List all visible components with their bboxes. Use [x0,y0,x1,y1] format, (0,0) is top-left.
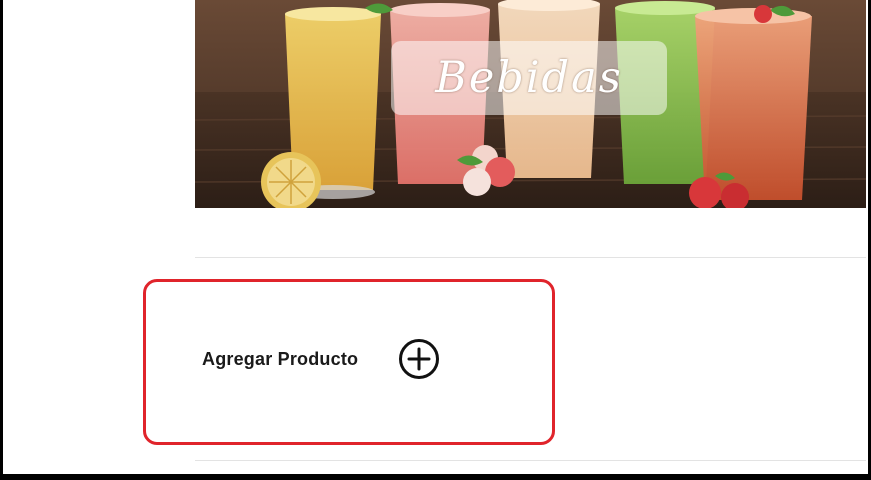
banner-title: Bebidas [435,53,623,103]
add-product-label: Agregar Producto [202,348,359,369]
add-product-button[interactable]: Agregar Producto [202,337,440,381]
divider-bottom [195,460,866,461]
banner-title-box: Bebidas [391,41,667,115]
plus-circle-icon[interactable] [398,338,440,380]
divider-top [195,257,866,258]
category-banner: Bebidas [195,0,866,208]
